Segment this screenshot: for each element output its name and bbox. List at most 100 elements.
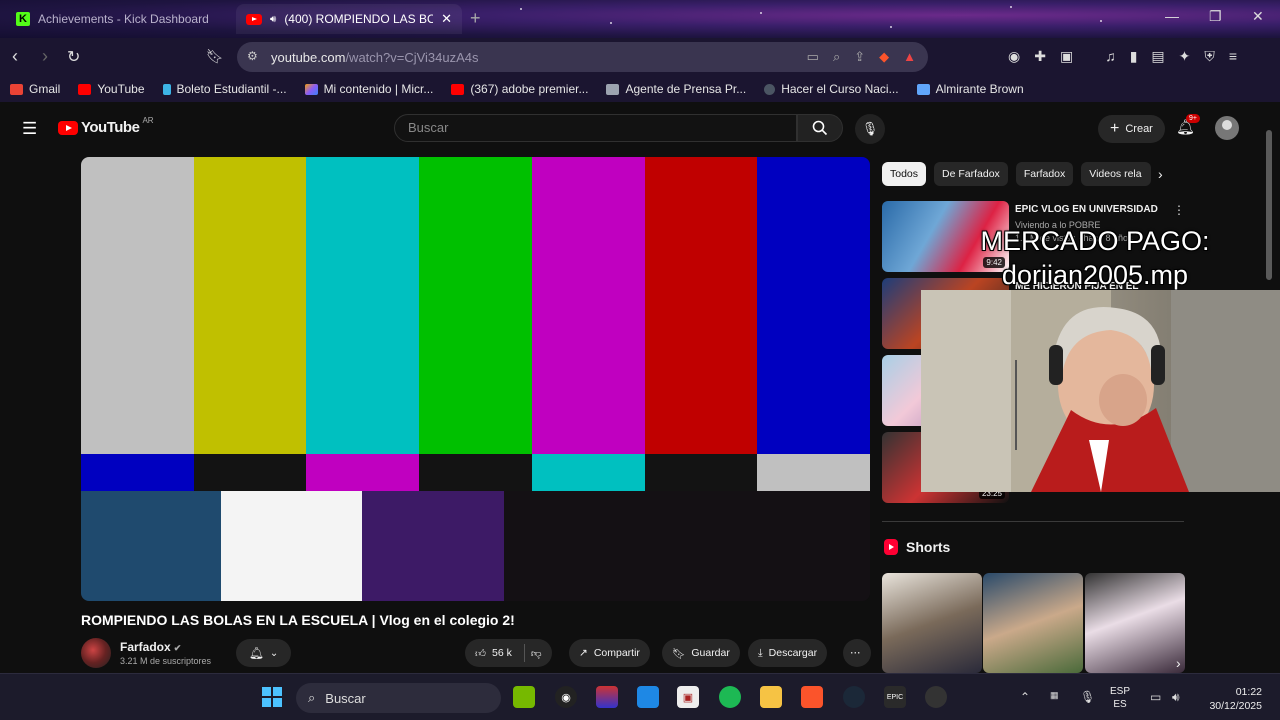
leo-ai-icon[interactable]: ✦ [1179,48,1191,65]
youtube-logo[interactable]: YouTube AR [58,116,154,136]
epic-games-icon[interactable]: EPIC [884,686,906,708]
chip-de-farfadox[interactable]: De Farfadox [934,162,1008,186]
capture-app-icon[interactable]: ▣ [677,686,699,708]
thumbs-down-icon[interactable]: 👎︎ [531,647,542,660]
share-icon[interactable]: ⇪ [854,49,865,65]
short-item[interactable] [1085,573,1185,673]
like-button[interactable]: 👍︎ 56 k 👎︎ [465,639,552,667]
bookmark-almirante[interactable]: Almirante Brown [916,82,1024,96]
speaker-icon[interactable]: 🔊︎ [270,14,276,25]
tray-app-icon[interactable]: ▦ [1050,690,1059,701]
bookmark-curso[interactable]: Hacer el Curso Naci... [764,82,899,96]
test-pattern-bars [81,157,870,454]
windows-start-icon[interactable] [261,686,283,708]
network-icon[interactable]: ▭ [1150,690,1161,704]
screen: K Achievements - Kick Dashboard 🔊︎ (400)… [0,0,1280,720]
contact-icon [606,83,620,95]
account-avatar[interactable] [1215,116,1239,140]
voice-search-button[interactable]: 🎙︎ [855,114,885,144]
bookmark-icon[interactable]: 🔖︎ [206,48,224,65]
color-bar [644,454,758,491]
color-bar [531,157,645,454]
microphone-icon[interactable]: 🎙︎ [1080,690,1095,704]
save-button[interactable]: 🔖︎ Guardar [662,639,740,667]
channel-name-text: Farfadox [120,640,171,654]
address-bar[interactable]: ⚙ youtube.com/watch?v=CjVi34uzA4s ▭ ⌕ ⇪ … [237,42,928,72]
brave-rewards-icon[interactable]: ▲ [903,49,916,65]
forward-button[interactable]: › [42,46,48,67]
close-tab-icon[interactable]: ✕ [441,11,452,27]
input-language[interactable]: ESP ES [1110,685,1130,711]
video-player[interactable] [81,157,870,601]
screenshot-icon[interactable]: ▣ [1060,48,1073,65]
chevron-right-icon[interactable]: › [1158,166,1163,182]
back-button[interactable]: ‹ [12,46,18,67]
bookmark-label: Hacer el Curso Naci... [781,82,899,96]
chip-farfadox[interactable]: Farfadox [1015,162,1074,186]
taskbar-search[interactable]: ⌕ Buscar [296,683,501,713]
security-app-icon[interactable]: ◉ [555,686,577,708]
notification-badge: 9+ [1186,114,1200,123]
more-actions-button[interactable]: ⋯ [843,639,871,667]
scrollbar-thumb[interactable] [1266,130,1272,280]
chevron-right-icon[interactable]: › [1176,655,1181,671]
close-window-button[interactable]: ✕ [1252,8,1264,25]
create-button[interactable]: + Crear [1098,115,1165,143]
extensions-icon[interactable]: ✚ [1034,48,1046,65]
short-item[interactable] [882,573,982,673]
bookmark-gmail[interactable]: Gmail [10,82,60,96]
more-vert-icon[interactable]: ⋮ [1173,203,1185,217]
shield-icon[interactable]: ⛨ [1204,48,1215,65]
file-explorer-icon[interactable] [760,686,782,708]
search-icon: ⌕ [308,690,316,705]
steam-icon[interactable] [843,686,865,708]
brave-browser-icon[interactable] [801,686,823,708]
display-app-icon[interactable] [637,686,659,708]
chip-videos-relacionados[interactable]: Videos rela [1081,162,1152,186]
system-clock[interactable]: 01:22 30/12/2025 [1198,685,1262,713]
new-tab-button[interactable]: + [470,8,481,29]
guide-menu-icon[interactable]: ☰ [22,119,37,139]
cast-icon[interactable]: ▭ [807,49,819,65]
menu-icon[interactable]: ≡ [1229,48,1237,65]
minimize-button[interactable]: — [1165,8,1179,24]
channel-avatar[interactable] [81,638,111,668]
search-input[interactable]: Buscar [394,114,797,142]
wallet-icon[interactable]: ▤ [1151,48,1164,65]
bookmark-boleto[interactable]: Boleto Estudiantil -... [162,82,287,96]
reload-button[interactable]: ↻ [67,47,80,67]
zoom-icon[interactable]: ⌕ [833,49,840,65]
bookmark-agente[interactable]: Agente de Prensa Pr... [606,82,746,96]
obs-icon[interactable] [925,686,947,708]
search-button[interactable] [797,114,843,142]
tab-kick-dashboard[interactable]: K Achievements - Kick Dashboard [6,4,234,34]
notification-bell-button[interactable]: 🔔︎ ⌄ [236,639,291,667]
bookmark-mi-contenido[interactable]: Mi contenido | Micr... [304,82,433,96]
sidebar-icon[interactable]: ▮ [1130,48,1138,65]
short-item[interactable] [983,573,1083,673]
tab-title: Achievements - Kick Dashboard [38,12,209,26]
chip-todos[interactable]: Todos [882,162,927,186]
bookmark-adobe[interactable]: (367) adobe premier... [451,82,588,96]
spotify-icon[interactable] [719,686,741,708]
bookmark-label: Almirante Brown [935,82,1024,96]
music-icon[interactable]: ♫ [1105,48,1116,65]
nvidia-icon[interactable] [513,686,535,708]
globe-icon [764,83,776,95]
maximize-button[interactable]: ❐ [1209,8,1222,25]
bookmark-youtube[interactable]: YouTube [78,82,145,96]
site-settings-icon[interactable]: ⚙ [247,49,258,63]
brave-shields-icon[interactable]: ◆ [879,49,889,65]
tray-overflow-icon[interactable]: ⌃ [1020,690,1030,704]
download-button[interactable]: ⤓ Descargar [748,639,828,667]
country-code: AR [142,116,154,125]
share-label: Compartir [593,647,640,659]
overlay-line: doriian2005.mp [1001,260,1189,290]
volume-icon[interactable]: 🔊︎ [1172,690,1180,705]
channel-name[interactable]: Farfadox ✔ [120,640,181,654]
vpn-icon[interactable]: ◉ [1008,48,1020,65]
share-icon: ↗ [579,647,588,659]
share-button[interactable]: ↗ Compartir [569,639,650,667]
app-icon[interactable] [596,686,618,708]
tab-youtube-video[interactable]: 🔊︎ (400) ROMPIENDO LAS BOLA ✕ [236,4,462,34]
